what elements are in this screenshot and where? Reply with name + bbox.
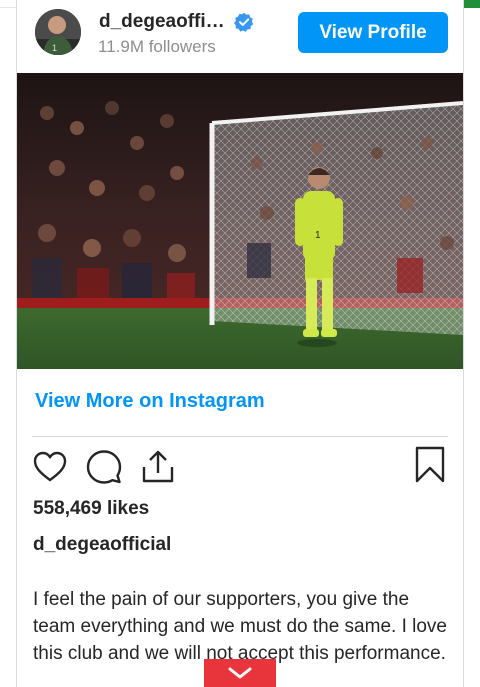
expand-toggle[interactable] [204,659,276,687]
like-button[interactable] [31,448,69,486]
view-more-on-instagram-link[interactable]: View More on Instagram [35,390,265,413]
embed-header: 1 d_degeaofficial 11.9M followers View P… [17,0,463,72]
follower-count: 11.9M followers [98,37,216,56]
comment-icon [86,450,122,484]
svg-text:1: 1 [315,230,321,241]
svg-text:1: 1 [52,43,57,53]
avatar[interactable]: 1 [35,9,81,55]
profile-username[interactable]: d_degeaofficial [99,11,227,33]
comment-button[interactable] [85,448,123,486]
post-caption: I feel the pain of our supporters, you g… [33,589,447,664]
view-profile-button[interactable]: View Profile [298,12,448,53]
save-button[interactable] [411,446,449,484]
bookmark-icon [415,446,445,483]
share-icon [142,450,174,483]
caption-username[interactable]: d_degeaofficial [33,534,171,556]
instagram-embed: 1 d_degeaofficial 11.9M followers View P… [16,0,464,687]
post-image[interactable]: 1 [17,73,463,369]
like-count: 558,469 likes [33,498,150,519]
heart-icon [33,451,67,482]
divider [32,436,448,437]
chevron-down-icon [228,667,252,679]
post-photo: 1 [17,73,463,369]
avatar-image: 1 [35,9,81,55]
share-button[interactable] [139,448,177,486]
verified-badge-icon [234,12,254,32]
